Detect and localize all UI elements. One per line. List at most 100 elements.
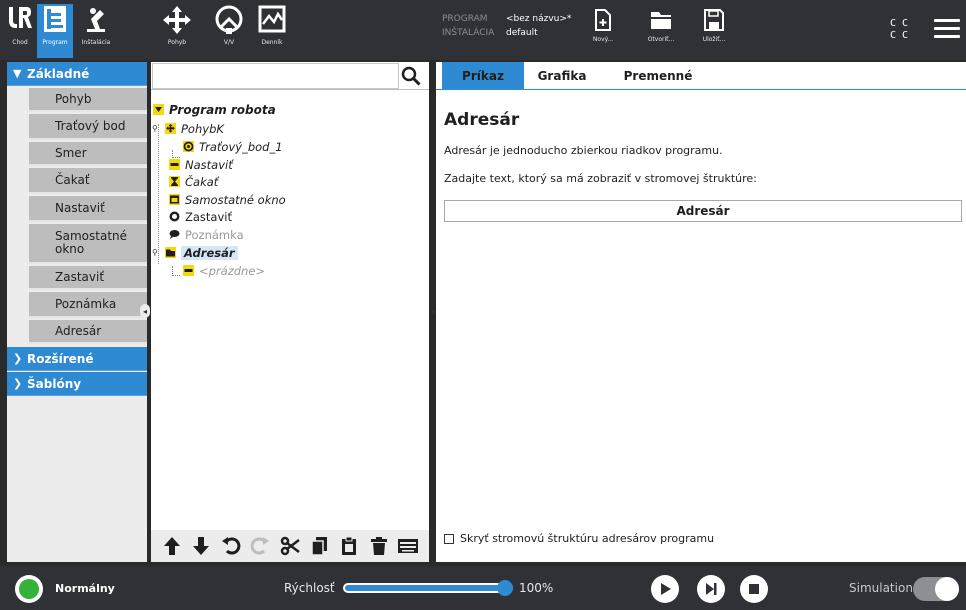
copy-icon[interactable] [309, 535, 331, 557]
tree-node-movej[interactable]: PohybK [165, 120, 224, 137]
tree-node-wait[interactable]: Čakať [169, 173, 218, 190]
program-key: PROGRAM [442, 14, 488, 24]
paste-icon[interactable] [338, 535, 360, 557]
move-cross-icon [165, 123, 176, 134]
sidebar-item-waypoint[interactable]: Traťový bod [29, 114, 147, 140]
installation-name: default [506, 28, 538, 38]
tree-node-folder[interactable]: Adresár [165, 244, 238, 261]
hide-tree-checkbox[interactable]: Skryť stromovú štruktúru adresárov progr… [444, 532, 714, 545]
command-panel: Príkaz Grafika Premenné Adresár Adresár … [436, 62, 966, 562]
search-icon[interactable] [401, 66, 421, 86]
tree-node-label: Poznámka [185, 227, 244, 242]
redo-icon[interactable] [249, 535, 271, 557]
tree-node-set[interactable]: Nastaviť [169, 156, 233, 173]
sidebar-item-wait[interactable]: Čakať [29, 168, 147, 194]
move-icon [163, 6, 191, 34]
speed-slider-knob[interactable] [497, 580, 513, 596]
folder-icon [165, 247, 176, 258]
new-file-icon [595, 9, 611, 31]
section-basic-label: Základné [27, 66, 90, 81]
delete-icon[interactable] [368, 535, 390, 557]
hourglass-icon [169, 176, 180, 187]
sidebar-item-label: Smer [55, 146, 87, 160]
undo-icon[interactable] [220, 535, 242, 557]
section-advanced[interactable]: ❯ Rozšírené [7, 347, 147, 371]
move-down-icon[interactable] [190, 535, 212, 557]
tree-node-comment[interactable]: Poznámka [169, 226, 244, 243]
hide-tree-label: Skryť stromovú štruktúru adresárov progr… [460, 532, 715, 545]
section-basic[interactable]: ▼ Základné [7, 62, 147, 86]
nav-log-button[interactable]: Denník [255, 4, 289, 58]
cc-bottom: C C [890, 30, 909, 41]
nav-program-button[interactable]: Program [37, 4, 73, 58]
tab-bar: Príkaz Grafika Premenné [436, 62, 966, 90]
nav-run-button[interactable]: Chod [4, 4, 36, 58]
collapse-sidebar-handle[interactable]: ◂ [140, 304, 150, 318]
sidebar-item-label: Traťový bod [55, 119, 126, 133]
keyboard-icon[interactable] [397, 535, 419, 557]
sidebar-item-popup[interactable]: Samostatné okno [29, 224, 147, 264]
page-title: Adresár [444, 110, 520, 130]
nav-log-label: Denník [261, 39, 283, 46]
program-info: PROGRAM <bez názvu>* INŠTALÁCIA default [442, 12, 571, 40]
open-program-button[interactable]: Otvoriť... [644, 8, 678, 56]
tree-node-label: Samostatné okno [185, 192, 286, 207]
step-button[interactable] [697, 575, 725, 603]
program-name: <bez názvu>* [506, 14, 572, 24]
tree-node-halt[interactable]: Zastaviť [169, 208, 232, 225]
tree-node-label: Zastaviť [185, 209, 232, 224]
power-status-icon [19, 579, 39, 599]
tree-node-label: Program robota [169, 102, 276, 117]
header-bar: Chod Program Inštalácia Pohyb V/V Denník… [0, 0, 966, 60]
triangle-down-icon [153, 104, 164, 115]
folder-name-input[interactable]: Adresár [444, 200, 962, 222]
waypoint-icon [183, 141, 194, 152]
nav-io-button[interactable]: V/V [214, 4, 244, 58]
simulation-toggle[interactable] [913, 577, 959, 601]
tree-node-root[interactable]: Program robota [153, 101, 276, 118]
sidebar-item-move[interactable]: Pohyb [29, 88, 147, 112]
tree-search-input[interactable] [152, 63, 399, 89]
cc-top: C C [890, 18, 909, 29]
sidebar-item-label: Adresár [55, 324, 102, 338]
sidebar-item-halt[interactable]: Zastaviť [29, 266, 147, 290]
tree-node-label: Čakať [185, 174, 219, 189]
folder-instruction: Zadajte text, ktorý sa má zobraziť v str… [444, 172, 757, 185]
sidebar-item-comment[interactable]: Poznámka [29, 292, 147, 318]
save-program-button[interactable]: Uložiť... [697, 8, 731, 56]
program-icon [44, 6, 66, 32]
pin-icon: ⚲ [152, 248, 158, 257]
tree-node-popup[interactable]: Samostatné okno [169, 191, 286, 208]
set-icon [169, 159, 180, 170]
new-program-label: Nový... [592, 36, 614, 43]
installation-key: INŠTALÁCIA [442, 28, 495, 38]
stop-button[interactable] [740, 575, 768, 603]
ur-logo-icon [9, 7, 32, 28]
tab-variables[interactable]: Premenné [611, 62, 705, 90]
tree-node-empty[interactable]: <prázdne> [183, 262, 265, 279]
cut-icon[interactable] [279, 535, 301, 557]
section-templates[interactable]: ❯ Šablóny [7, 372, 147, 396]
new-program-button[interactable]: Nový... [586, 8, 620, 56]
tab-command[interactable]: Príkaz [442, 62, 524, 90]
sidebar-item-set[interactable]: Nastaviť [29, 196, 147, 222]
hamburger-menu-icon[interactable] [934, 19, 960, 39]
tree-node-label: Nastaviť [185, 157, 233, 172]
move-up-icon[interactable] [161, 535, 183, 557]
stop-icon [749, 584, 759, 594]
command-sidebar: ▼ Základné Pohyb Traťový bod Smer Čakať … [7, 62, 147, 562]
io-icon [215, 5, 243, 34]
sidebar-item-folder[interactable]: Adresár [29, 320, 147, 344]
tab-graphics[interactable]: Grafika [526, 62, 598, 90]
cc-indicator: C C C C [890, 18, 908, 42]
speed-slider[interactable] [343, 580, 513, 596]
play-button[interactable] [651, 575, 679, 603]
sidebar-item-direction[interactable]: Smer [29, 142, 147, 166]
nav-move-button[interactable]: Pohyb [162, 4, 192, 58]
sidebar-item-label: Samostatné okno [55, 229, 128, 256]
nav-installation-button[interactable]: Inštalácia [76, 4, 116, 58]
power-status-button[interactable] [15, 575, 43, 603]
tree-node-label: Traťový_bod_1 [199, 139, 283, 154]
tree-node-waypoint[interactable]: Traťový_bod_1 [183, 138, 283, 155]
checkbox-icon[interactable] [444, 533, 454, 544]
